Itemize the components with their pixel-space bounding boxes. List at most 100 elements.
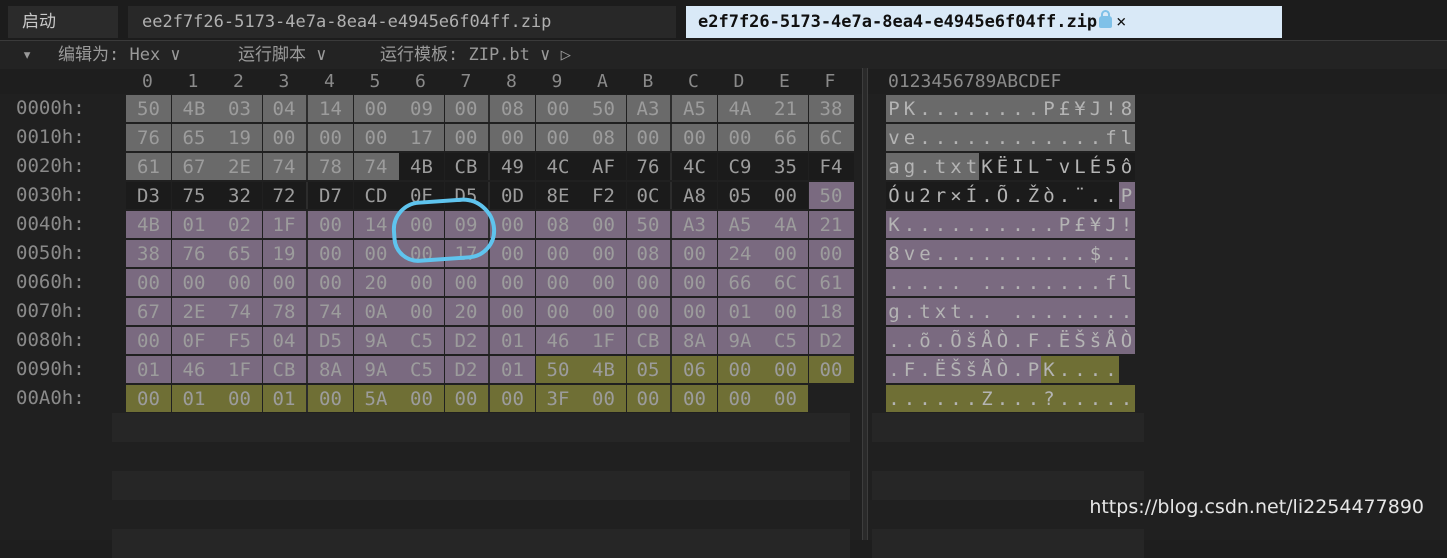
hex-byte[interactable]: D7	[308, 182, 353, 209]
ascii-char[interactable]: .	[1056, 124, 1073, 151]
hex-byte[interactable]: 00	[808, 240, 854, 267]
ascii-char[interactable]: .	[901, 269, 918, 296]
ascii-char[interactable]: £	[1056, 95, 1073, 122]
hex-byte[interactable]: 00	[353, 124, 399, 151]
hex-byte[interactable]: 00	[126, 269, 171, 296]
hex-byte[interactable]: 00	[444, 124, 490, 151]
hex-byte[interactable]: 61	[808, 269, 854, 296]
ascii-char[interactable]: .	[1056, 182, 1073, 209]
ascii-char[interactable]: .	[932, 240, 949, 267]
hex-byte[interactable]: 2E	[171, 298, 217, 325]
hex-byte[interactable]: 00	[763, 240, 808, 267]
ascii-char[interactable]: £	[1072, 211, 1088, 238]
hex-byte[interactable]: 21	[808, 211, 854, 238]
hex-byte[interactable]: 08	[490, 95, 535, 122]
hex-byte[interactable]: 00	[444, 95, 490, 122]
ascii-char[interactable]: š	[1087, 327, 1104, 354]
ascii-char[interactable]: .	[901, 327, 918, 354]
hex-byte[interactable]: 8E	[535, 182, 581, 209]
hex-byte[interactable]: C5	[399, 356, 444, 383]
ascii-char[interactable]: .	[1010, 356, 1026, 383]
ascii-char[interactable]: Å	[979, 356, 995, 383]
ascii-char[interactable]: .	[1010, 385, 1026, 412]
hex-byte[interactable]: 05	[626, 356, 672, 383]
ascii-char[interactable]: .	[948, 211, 964, 238]
ascii-char[interactable]: 2	[917, 182, 933, 209]
hex-byte[interactable]: 1F	[581, 327, 626, 354]
hex-byte[interactable]: 08	[535, 211, 581, 238]
hex-byte[interactable]: 00	[535, 95, 581, 122]
ascii-char[interactable]: õ	[917, 327, 933, 354]
hex-byte[interactable]: 00	[262, 269, 308, 296]
hex-byte[interactable]: 00	[353, 95, 399, 122]
hex-byte[interactable]: 74	[353, 153, 399, 180]
ascii-char[interactable]: .	[886, 269, 902, 296]
hex-byte[interactable]: 00	[717, 356, 763, 383]
ascii-char[interactable]: .	[979, 298, 995, 325]
ascii-char[interactable]: L	[1072, 153, 1088, 180]
hex-byte[interactable]: 00	[672, 124, 717, 151]
ascii-char[interactable]: .	[948, 269, 964, 296]
ascii-char[interactable]	[963, 269, 980, 296]
tab-file-2-active[interactable]: e2f7f26-5173-4e7a-8ea4-e4945e6f04ff.zip ×	[686, 6, 1282, 38]
ascii-char[interactable]: .	[963, 95, 980, 122]
ascii-char[interactable]: ¨	[1072, 182, 1088, 209]
ascii-char[interactable]: .	[1025, 385, 1042, 412]
ascii-char[interactable]: .	[917, 385, 933, 412]
hex-byte[interactable]: 74	[262, 153, 308, 180]
ascii-char[interactable]: r	[932, 182, 949, 209]
ascii-char[interactable]: t	[963, 153, 980, 180]
ascii-char[interactable]: .	[1010, 269, 1026, 296]
hex-byte[interactable]: CB	[626, 327, 672, 354]
ascii-char[interactable]: .	[948, 385, 964, 412]
ascii-char[interactable]: K	[901, 95, 918, 122]
ascii-char[interactable]: Ë	[994, 153, 1011, 180]
ascii-char[interactable]: P	[1025, 356, 1042, 383]
ascii-char[interactable]: .	[1041, 298, 1057, 325]
hex-byte[interactable]: 50	[626, 211, 672, 238]
hex-byte[interactable]: 00	[308, 269, 353, 296]
hex-byte[interactable]: 00	[763, 182, 808, 209]
hex-byte[interactable]: 3F	[535, 385, 581, 412]
ascii-char[interactable]: .	[963, 124, 980, 151]
ascii-char[interactable]: .	[1072, 385, 1088, 412]
ascii-char[interactable]: .	[1103, 385, 1119, 412]
hex-byte[interactable]: 00	[672, 240, 717, 267]
ascii-char[interactable]: .	[1025, 298, 1042, 325]
ascii-char[interactable]: ?	[1041, 385, 1057, 412]
ascii-char[interactable]: .	[1056, 298, 1073, 325]
ascii-char[interactable]: Z	[979, 385, 995, 412]
ascii-char[interactable]: .	[1010, 124, 1026, 151]
hex-byte[interactable]: A3	[672, 211, 717, 238]
ascii-char[interactable]: t	[948, 298, 964, 325]
ascii-char[interactable]: Õ	[994, 182, 1011, 209]
hex-byte[interactable]: 00	[217, 269, 262, 296]
hex-byte[interactable]: 00	[581, 298, 626, 325]
hex-byte[interactable]: 72	[262, 182, 308, 209]
hex-byte[interactable]: 00	[490, 124, 535, 151]
ascii-char[interactable]: ò	[1041, 182, 1057, 209]
hex-byte[interactable]: 65	[171, 124, 217, 151]
hex-byte[interactable]: 66	[763, 124, 808, 151]
ascii-char[interactable]: .	[901, 298, 918, 325]
hex-byte[interactable]: 50	[808, 182, 854, 209]
hex-byte[interactable]: 35	[763, 153, 808, 180]
hex-byte[interactable]: 00	[763, 356, 808, 383]
hex-byte[interactable]: 05	[717, 182, 763, 209]
ascii-char[interactable]: v	[1056, 153, 1073, 180]
hex-byte[interactable]: 20	[353, 269, 399, 296]
hex-byte[interactable]: 00	[308, 240, 353, 267]
hex-byte[interactable]: 78	[262, 298, 308, 325]
ascii-char[interactable]: Š	[1072, 327, 1088, 354]
ascii-char[interactable]: P	[886, 95, 902, 122]
ascii-char[interactable]: .	[932, 95, 949, 122]
hex-byte[interactable]: 02	[217, 211, 262, 238]
hex-byte[interactable]: 1F	[262, 211, 308, 238]
hex-byte[interactable]: 00	[672, 385, 717, 412]
ascii-char[interactable]: .	[979, 124, 995, 151]
hex-byte[interactable]: 61	[126, 153, 171, 180]
hex-byte[interactable]: 00	[262, 124, 308, 151]
hex-byte[interactable]: 17	[399, 124, 444, 151]
ascii-char[interactable]: .	[932, 385, 949, 412]
hex-byte[interactable]: C5	[399, 327, 444, 354]
